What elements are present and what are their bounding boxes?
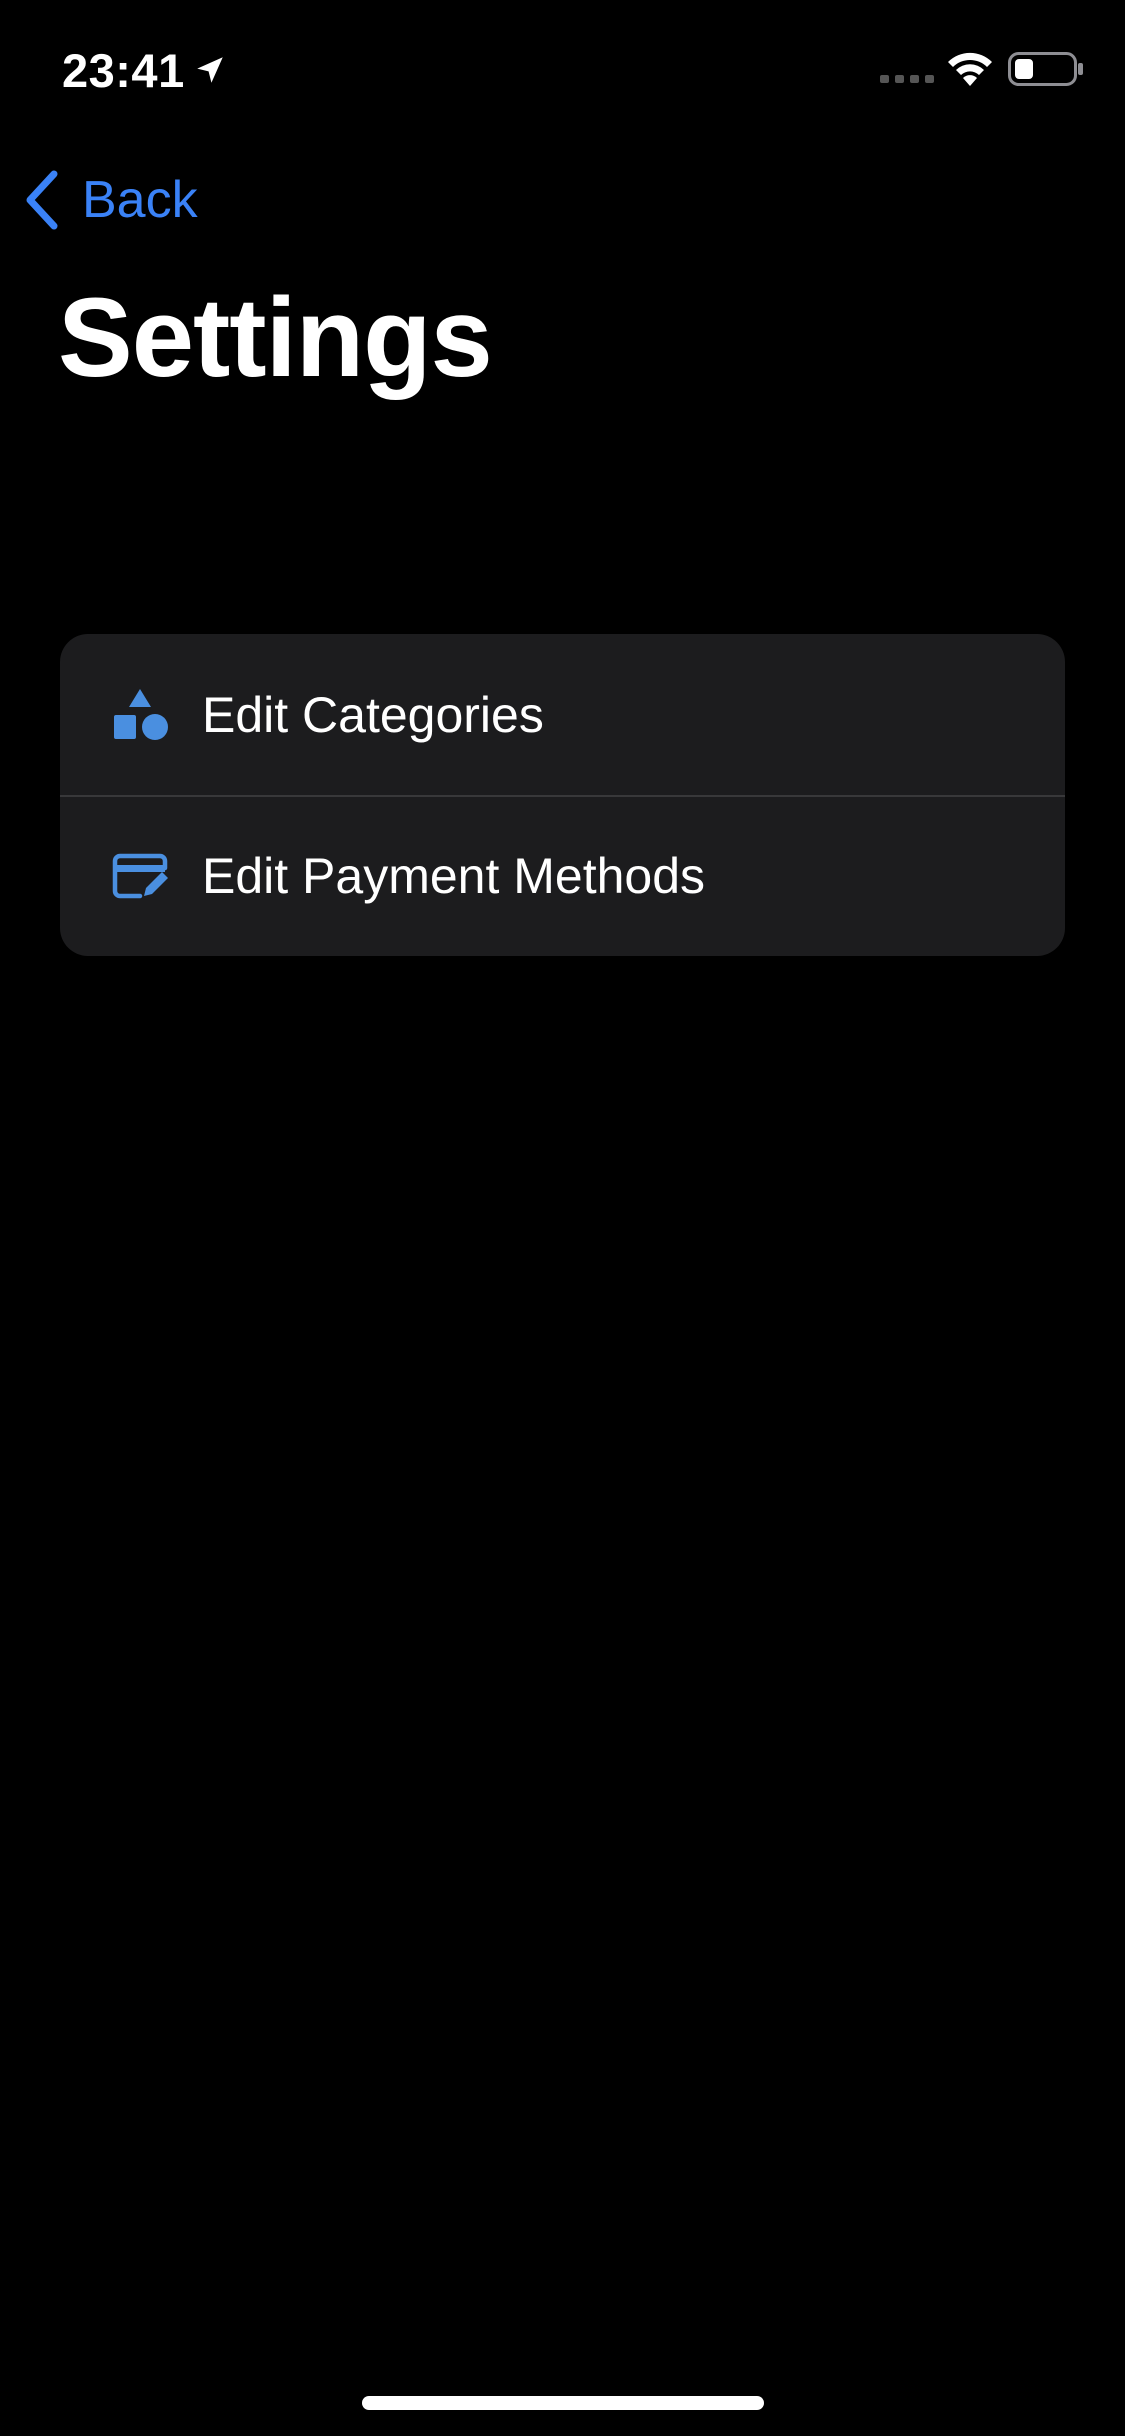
settings-item-label: Edit Categories — [202, 686, 544, 743]
settings-item-label: Edit Payment Methods — [202, 847, 706, 904]
back-button[interactable]: Back — [22, 160, 198, 240]
home-indicator[interactable] — [362, 2396, 764, 2410]
wifi-icon — [948, 52, 992, 86]
location-arrow-icon — [196, 57, 223, 83]
shapes-icon — [114, 688, 168, 740]
settings-item-edit-payment-methods[interactable]: Edit Payment Methods — [60, 795, 1065, 956]
status-time: 23:41 — [62, 43, 185, 97]
cellular-signal-icon — [880, 75, 934, 83]
chevron-left-icon — [26, 170, 58, 230]
page-title: Settings — [58, 275, 493, 400]
battery-icon — [1008, 52, 1083, 86]
credit-card-edit-icon — [112, 853, 168, 898]
settings-list: Edit Categories Edit Payment Methods — [60, 634, 1065, 956]
status-time-group: 23:41 — [62, 40, 227, 100]
back-label: Back — [82, 171, 198, 229]
status-bar: 23:41 — [0, 0, 1125, 140]
settings-item-edit-categories[interactable]: Edit Categories — [60, 634, 1065, 795]
